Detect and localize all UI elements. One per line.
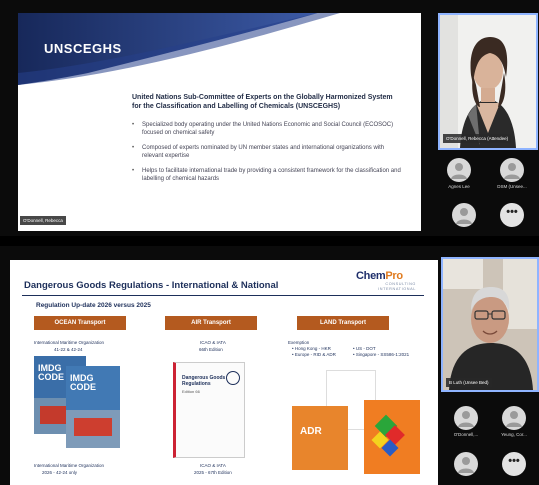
air-edition-bottom: 2025 - 67th Edition	[194, 470, 232, 475]
avatar	[454, 406, 478, 430]
ocean-amendment: 41-22 & 42-24	[54, 347, 83, 352]
avatar	[502, 406, 526, 430]
avatar	[454, 452, 478, 476]
air-org-bottom: ICAO & IATA	[200, 463, 226, 468]
person-icon	[458, 457, 474, 473]
speaker-name-tag: O'Donnell, Rebecca (Attendee)	[443, 134, 512, 143]
person-icon	[506, 411, 522, 427]
land-item: • Singapore - SS586-1:2021	[353, 352, 410, 357]
ocean-transport-header: OCEAN Transport	[34, 316, 126, 330]
person-icon	[456, 208, 472, 224]
slide-heading: United Nations Sub-Committee of Experts …	[132, 94, 393, 110]
singapore-standard-book	[364, 400, 420, 474]
participant-tile[interactable]	[441, 448, 491, 485]
ocean-org-bottom: International Maritime Organization	[34, 463, 105, 468]
slide-title: Dangerous Goods Regulations - Internatio…	[24, 280, 279, 291]
avatar	[500, 158, 524, 182]
person-icon	[451, 163, 467, 179]
shared-slide-dangerous-goods: Dangerous Goods Regulations - Internatio…	[10, 260, 438, 485]
person-icon	[504, 163, 520, 179]
title-divider	[22, 295, 424, 296]
more-participants-button[interactable]: •••	[502, 452, 526, 476]
avatar	[452, 203, 476, 227]
avatar	[447, 158, 471, 182]
speaker-video-tile[interactable]: B Luth (Unsee Bed)	[441, 257, 539, 392]
participant-tile[interactable]: DSM (Unsee...	[487, 154, 537, 194]
ocean-org: International Maritime Organization	[34, 340, 105, 345]
speaker-name-tag: B Luth (Unsee Bed)	[446, 378, 492, 387]
air-transport-header: AIR Transport	[165, 316, 257, 330]
participant-name: Agnes Lee	[448, 184, 470, 189]
participant-tile[interactable]: Yeung, Cor...	[489, 402, 539, 442]
participant-tile[interactable]: O'Donnell,...	[441, 402, 491, 442]
participant-tile[interactable]	[439, 199, 489, 239]
air-edition: 66th Edition	[199, 347, 223, 352]
participant-name: Yeung, Cor...	[501, 432, 527, 437]
slide-bullet: Specialized body operating under the Uni…	[132, 121, 402, 137]
imdg-code-book-2: IMDG CODE	[66, 366, 120, 448]
slide-bullet: Helps to facilitate international trade …	[132, 167, 402, 183]
participant-name: O'Donnell,...	[453, 432, 479, 437]
participant-tile[interactable]: Agnes Lee	[434, 154, 484, 194]
shared-slide-unsceghs: UNSCEGHS United Nations Sub-Committee of…	[18, 13, 421, 231]
speaker-video	[443, 259, 537, 390]
iata-dgr-book: Dangerous Goods Regulations Edition 66	[173, 362, 245, 458]
bottom-meeting-pane: Dangerous Goods Regulations - Internatio…	[0, 246, 539, 485]
adr-book: ADR	[292, 406, 348, 470]
person-icon	[458, 411, 474, 427]
slide-subtitle: Regulation Up-date 2026 versus 2025	[36, 302, 151, 309]
slide-bullet: Composed of experts nominated by UN memb…	[132, 144, 402, 160]
air-org: ICAO & IATA	[200, 340, 226, 345]
slide-title: UNSCEGHS	[44, 41, 122, 56]
speaker-video	[440, 15, 536, 148]
participant-name: DSM (Unsee...	[497, 184, 527, 189]
chempro-logo: ChemPro CONSULTING INTERNATIONAL	[356, 270, 416, 291]
top-meeting-pane: UNSCEGHS United Nations Sub-Committee of…	[0, 0, 539, 236]
speaker-video-tile[interactable]: O'Donnell, Rebecca (Attendee)	[438, 13, 538, 150]
land-item: • Europe - RID & ADR	[292, 352, 336, 357]
slide-bullet-list: Specialized body operating under the Uni…	[132, 121, 402, 190]
more-participants-button[interactable]: •••	[500, 203, 524, 227]
ocean-amendment-bottom: 2026 - 42-24 only	[42, 470, 78, 475]
presenter-name-tag: O'Donnell, Rebecca	[20, 216, 66, 225]
land-transport-header: LAND Transport	[297, 316, 389, 330]
